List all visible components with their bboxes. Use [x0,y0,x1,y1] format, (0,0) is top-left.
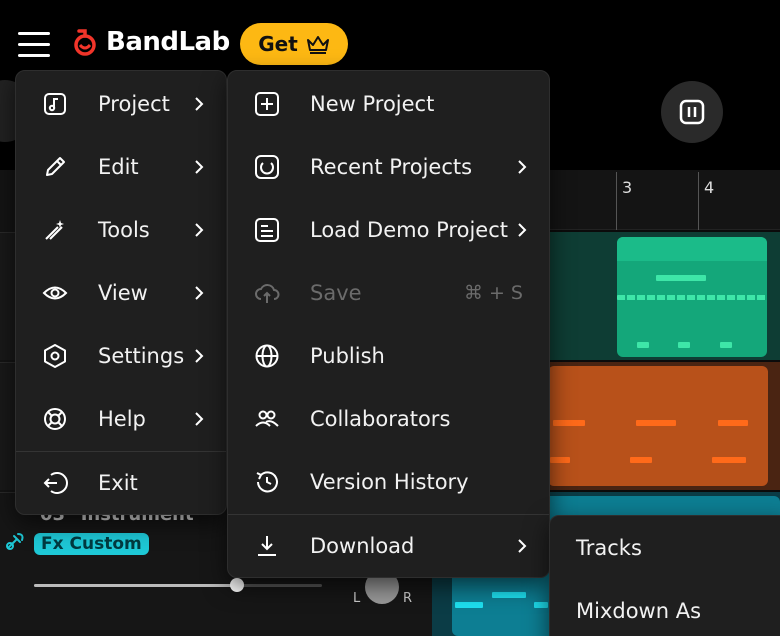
midi-note [455,602,483,608]
menu-item-label: Recent Projects [310,155,473,179]
menu-item-label: New Project [310,92,435,116]
menu-item-label: View [98,281,148,305]
midi-note [656,275,706,281]
eye-icon [42,280,68,306]
menu-item-recent-projects[interactable]: Recent Projects [228,136,549,198]
chevron-right-icon [195,160,204,174]
menu-item-label: Settings [98,344,185,368]
lifebuoy-icon [42,406,68,432]
cloud-upload-icon [254,280,280,306]
chevron-right-icon [518,539,527,553]
menu-item-view[interactable]: View [16,262,226,324]
music-file-icon [42,91,68,117]
pan-right-label: R [403,591,413,606]
main-menu: Project Edit Tools View Settings Help Ex… [15,70,227,515]
chevron-right-icon [518,223,527,237]
ruler-marker-4: 4 [704,178,715,197]
globe-icon [254,343,280,369]
midi-note [492,592,526,598]
midi-note [630,457,652,463]
menu-item-edit[interactable]: Edit [16,136,226,198]
chevron-right-icon [195,97,204,111]
download-submenu: Tracks Mixdown As [549,515,780,636]
chevron-right-icon [195,349,204,363]
midi-note [720,342,732,348]
menu-item-load-demo-project[interactable]: Load Demo Project [228,199,549,261]
bandlab-logo-icon [74,29,96,56]
midi-note [637,342,649,348]
get-membership-button[interactable]: Get [240,23,348,65]
chevron-right-icon [195,286,204,300]
menu-item-label: Tools [98,218,150,242]
download-icon [254,533,280,559]
menu-item-label: Download [310,534,415,558]
menu-item-download[interactable]: Download [228,515,549,577]
menu-item-tracks[interactable]: Tracks [576,536,642,560]
pencil-icon [42,154,68,180]
menu-item-version-history[interactable]: Version History [228,451,549,513]
menu-item-label: Help [98,407,146,431]
midi-note [712,457,746,463]
stop-icon [679,99,705,125]
menu-item-label: Load Demo Project [310,218,508,242]
menu-item-label: Edit [98,155,139,179]
hamburger-menu-button[interactable] [18,30,50,58]
demo-list-icon [254,217,280,243]
chevron-right-icon [518,160,527,174]
get-label: Get [258,32,298,56]
menu-item-label: Version History [310,470,469,494]
menu-item-project[interactable]: Project [16,73,226,135]
ruler-tick [698,172,699,230]
menu-item-new-project[interactable]: New Project [228,73,549,135]
chevron-right-icon [195,412,204,426]
hexagon-gear-icon [42,343,68,369]
midi-note [636,420,676,426]
bandlab-logo[interactable]: BandLab [70,27,230,57]
menu-item-exit[interactable]: Exit [16,452,226,514]
menu-item-label: Exit [98,471,138,495]
menu-item-publish[interactable]: Publish [228,325,549,387]
midi-region-orange[interactable] [548,366,768,486]
menu-item-save[interactable]: Save ⌘ + S [228,262,549,324]
midi-note [718,420,748,426]
menu-item-label: Collaborators [310,407,451,431]
instrument-icon [6,533,24,550]
menu-item-mixdown-as[interactable]: Mixdown As [576,599,701,623]
chevron-right-icon [195,223,204,237]
menu-item-label: Project [98,92,170,116]
menu-item-tools[interactable]: Tools [16,199,226,261]
exit-icon [42,470,68,496]
menu-item-label: Publish [310,344,385,368]
menu-item-settings[interactable]: Settings [16,325,226,387]
plus-square-icon [254,91,280,117]
recent-icon [254,154,280,180]
midi-note [553,420,585,426]
midi-note [534,602,548,608]
save-shortcut: ⌘ + S [463,282,523,304]
midi-note [550,457,570,463]
menu-item-collaborators[interactable]: Collaborators [228,388,549,450]
project-submenu: New Project Recent Projects Load Demo Pr… [227,70,550,578]
ruler-tick [616,172,617,230]
pan-left-label: L [353,591,361,606]
midi-note [678,342,690,348]
volume-slider-fill [34,584,237,587]
volume-slider-thumb[interactable] [230,578,244,592]
crown-icon [306,36,329,54]
ruler-marker-3: 3 [622,178,633,197]
stop-button[interactable] [661,81,723,143]
menu-item-help[interactable]: Help [16,388,226,450]
menu-item-label: Save [310,281,362,305]
collaborators-icon [254,406,280,432]
history-icon [254,469,280,495]
brand-name: BandLab [106,27,230,57]
midi-note [617,295,767,300]
wand-icon [42,217,68,243]
fx-preset-badge[interactable]: Fx Custom [34,533,149,555]
